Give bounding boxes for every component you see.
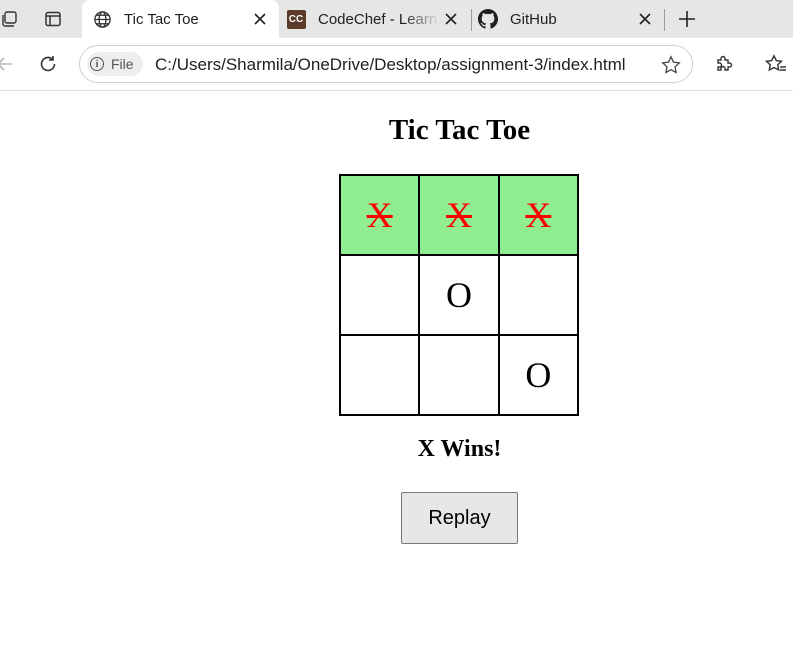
game-status: X Wins! — [417, 436, 502, 462]
board-cell[interactable]: X — [418, 174, 500, 256]
tab-title: Tic Tac Toe — [124, 10, 199, 28]
page-title: Tic Tac Toe — [388, 114, 531, 146]
favorites-icon[interactable] — [763, 51, 789, 77]
close-tab-icon[interactable] — [634, 8, 656, 30]
workspaces-icon[interactable] — [0, 8, 20, 30]
tab-actions-icon[interactable] — [42, 8, 64, 30]
tab-title: CodeChef - Learn — [318, 10, 438, 28]
tab-strip: Tic Tac Toe CC CodeChef - Learn GitHub — [0, 0, 793, 38]
game-board: X X X O O — [338, 174, 580, 416]
board-cell[interactable] — [497, 254, 580, 336]
info-icon: i — [90, 57, 104, 71]
board-cell[interactable]: X — [338, 174, 421, 256]
board-cell[interactable] — [338, 254, 421, 336]
browser-toolbar: i File C:/Users/Sharmila/OneDrive/Deskto… — [0, 38, 793, 91]
refresh-icon[interactable] — [35, 51, 61, 77]
close-tab-icon[interactable] — [440, 8, 462, 30]
site-info-chip[interactable]: i File — [87, 52, 143, 76]
globe-icon — [92, 9, 112, 29]
codechef-icon: CC — [286, 9, 306, 29]
board-cell[interactable] — [418, 334, 500, 416]
url-text[interactable]: C:/Users/Sharmila/OneDrive/Desktop/assig… — [155, 55, 626, 75]
scheme-label: File — [111, 56, 134, 72]
plus-icon[interactable] — [676, 8, 698, 30]
puzzle-icon[interactable] — [711, 51, 737, 77]
board-cell[interactable]: X — [497, 174, 580, 256]
tab-codechef[interactable]: CC CodeChef - Learn — [280, 0, 470, 38]
tab-github[interactable]: GitHub — [472, 0, 662, 38]
back-arrow-icon[interactable] — [0, 51, 18, 77]
board-cell[interactable]: O — [418, 254, 500, 336]
replay-button[interactable]: Replay — [401, 492, 518, 544]
board-cell[interactable] — [338, 334, 421, 416]
address-bar[interactable]: i File C:/Users/Sharmila/OneDrive/Deskto… — [79, 45, 693, 83]
board-cell[interactable]: O — [497, 334, 580, 416]
star-icon[interactable] — [660, 54, 682, 76]
github-icon — [478, 9, 498, 29]
tab-tic-tac-toe[interactable]: Tic Tac Toe — [82, 0, 279, 38]
tab-title: GitHub — [510, 10, 557, 28]
tab-divider — [664, 9, 665, 31]
close-tab-icon[interactable] — [249, 8, 271, 30]
